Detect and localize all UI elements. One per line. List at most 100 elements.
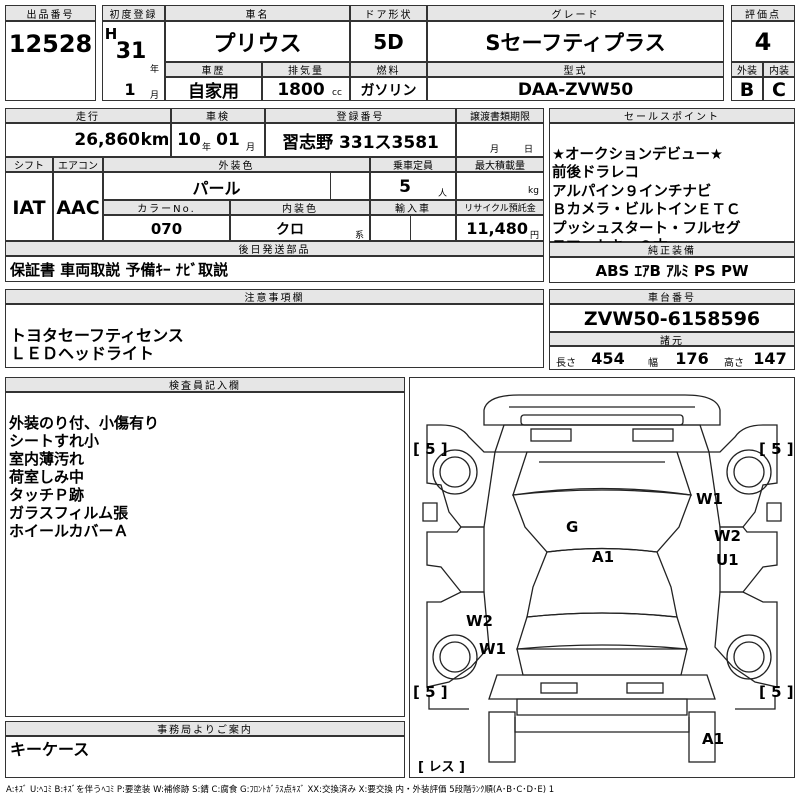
length: 454 [591,349,625,368]
km-unit: km [142,130,168,150]
max-load [460,173,520,200]
inspector-line: タッチＰ跡 [9,486,85,504]
kei-unit: 系 [355,231,365,241]
insp-year-unit: 年 [202,143,212,153]
insp-month: 01 [216,130,240,150]
recycle-label: リサイクル預託金 [456,200,544,215]
note-line: ＬＥＤヘッドライト [10,344,155,363]
lot-number: 12528 [8,30,93,58]
yen-unit: 円 [530,231,540,241]
door-type: 5D [373,30,404,54]
door-label: ドア形状 [350,5,427,21]
transfer-label: 譲渡書類期限 [456,108,544,123]
color: パール [192,178,241,198]
damage-w1-right-front: W1 [696,490,723,508]
inspector-line: 室内薄汚れ [9,450,85,468]
equipment: ABS ｴｱB ｱﾙﾐ PS PW [595,262,749,280]
height: 147 [753,349,787,368]
lot-label: 出品番号 [5,5,96,21]
people-unit: 人 [438,189,448,199]
insp-year: 10 [177,130,201,150]
import-subcell [410,215,456,241]
inspector-line: ホイールカバーＡ [9,522,129,540]
damage-a1-rear-bumper: A1 [702,730,725,748]
year-unit: 年 [150,65,160,75]
interior-label: 内装 [763,62,795,77]
inspector-line: シートすれ小 [9,432,100,450]
sales-point: ★オークションデビュー★ [552,146,723,163]
aircon: AAC [56,197,100,219]
mileage-label: 走行 [5,108,171,123]
capacity: 5 [399,176,411,197]
width: 176 [675,349,709,368]
equipment-label: 純正装備 [549,242,795,257]
length-label: 長さ [556,358,576,369]
displacement-label: 排気量 [262,62,350,77]
damage-a1-roof: A1 [592,548,615,566]
score-label: 評価点 [731,5,795,21]
sales-point: Ｂカメラ・ビルトインＥＴＣ [552,202,741,218]
inspector-label: 検査員記入欄 [5,377,405,392]
inspector-line: ガラスフィルム張 [9,504,129,522]
width-label: 幅 [648,358,658,369]
color-subcell [330,172,370,200]
transfer-day-unit: 日 [524,145,534,155]
reg-number: 習志野 331ス3581 [282,132,439,153]
grade: Sセーフティプラス [485,31,666,55]
note-line: トヨタセーフティセンス [10,326,184,345]
car-name: プリウス [213,32,302,57]
damage-g-windshield: G [566,518,579,536]
chassis-number: ZVW50-6158596 [583,307,761,330]
damage-u1-right-door: U1 [716,551,739,569]
color-label: 外装色 [103,157,370,172]
office-message: キーケース [10,740,90,759]
displacement: 1800 [277,79,325,100]
inspector-line: 荷室しみ中 [9,468,85,486]
damage-w2-left-rear: W2 [466,612,493,630]
month-unit: 月 [150,91,160,101]
damage-w1-left-rear: W1 [479,640,506,658]
recycle: 11,480 [466,219,528,238]
reg-month: 1 [124,79,136,99]
insp-month-unit: 月 [246,143,256,153]
fuel-label: 燃料 [350,62,427,77]
notes-list: トヨタセーフティセンス ＬＥＤヘッドライト [10,309,540,381]
score: 4 [754,28,772,56]
exterior-label: 外装 [731,62,763,77]
model: DAA-ZVW50 [517,79,634,100]
inspector-notes: 外装のり付、小傷有り シートすれ小 室内薄汚れ 荷室しみ中 タッチＰ跡 ガラスフィルム張ホ… [9,396,401,558]
fuel: ガソリン [360,82,417,99]
chassis-label: 車台番号 [549,289,795,304]
shift-label: シフト [5,157,53,172]
color-no-label: カラーNo. [103,200,230,215]
reg-year: 31 [115,38,147,64]
tire-rear-right: [ 5 ] [759,683,794,701]
mileage: 26,860 [74,130,140,150]
reg-no-label: 登録番号 [265,108,456,123]
grade-label: グレード [427,5,724,21]
capacity-label: 乗車定員 [370,157,456,172]
damage-w2-right-door: W2 [714,527,741,545]
interior-grade: C [772,78,786,101]
color-no: 070 [150,219,183,238]
tire-rear-left: [ 5 ] [413,683,448,701]
import [370,216,410,241]
transfer-month-unit: 月 [490,145,500,155]
model-label: 型式 [427,62,724,77]
exterior-grade: B [739,78,755,101]
shift: IAT [12,197,46,219]
import-label: 輸入車 [370,200,456,215]
height-label: 高さ [724,358,744,369]
tire-front-right: [ 5 ] [759,440,794,458]
sales-point: プッシュスタート・フルセグ [552,220,741,237]
cc-unit: cc [332,88,342,98]
first-reg-label: 初度登録 [102,5,165,21]
int-color-label: 内装色 [230,200,370,215]
sales-label: セールスポイント [549,108,795,123]
notes-label: 注意事項欄 [5,289,544,304]
aircon-label: エアコン [53,157,103,172]
car-name-label: 車名 [165,5,350,21]
car-diagram [422,394,782,763]
later-parts-label: 後日発送部品 [5,241,544,256]
later-parts: 保証書 車両取説 予備ｷｰ ﾅﾋﾞ取説 [10,261,229,279]
